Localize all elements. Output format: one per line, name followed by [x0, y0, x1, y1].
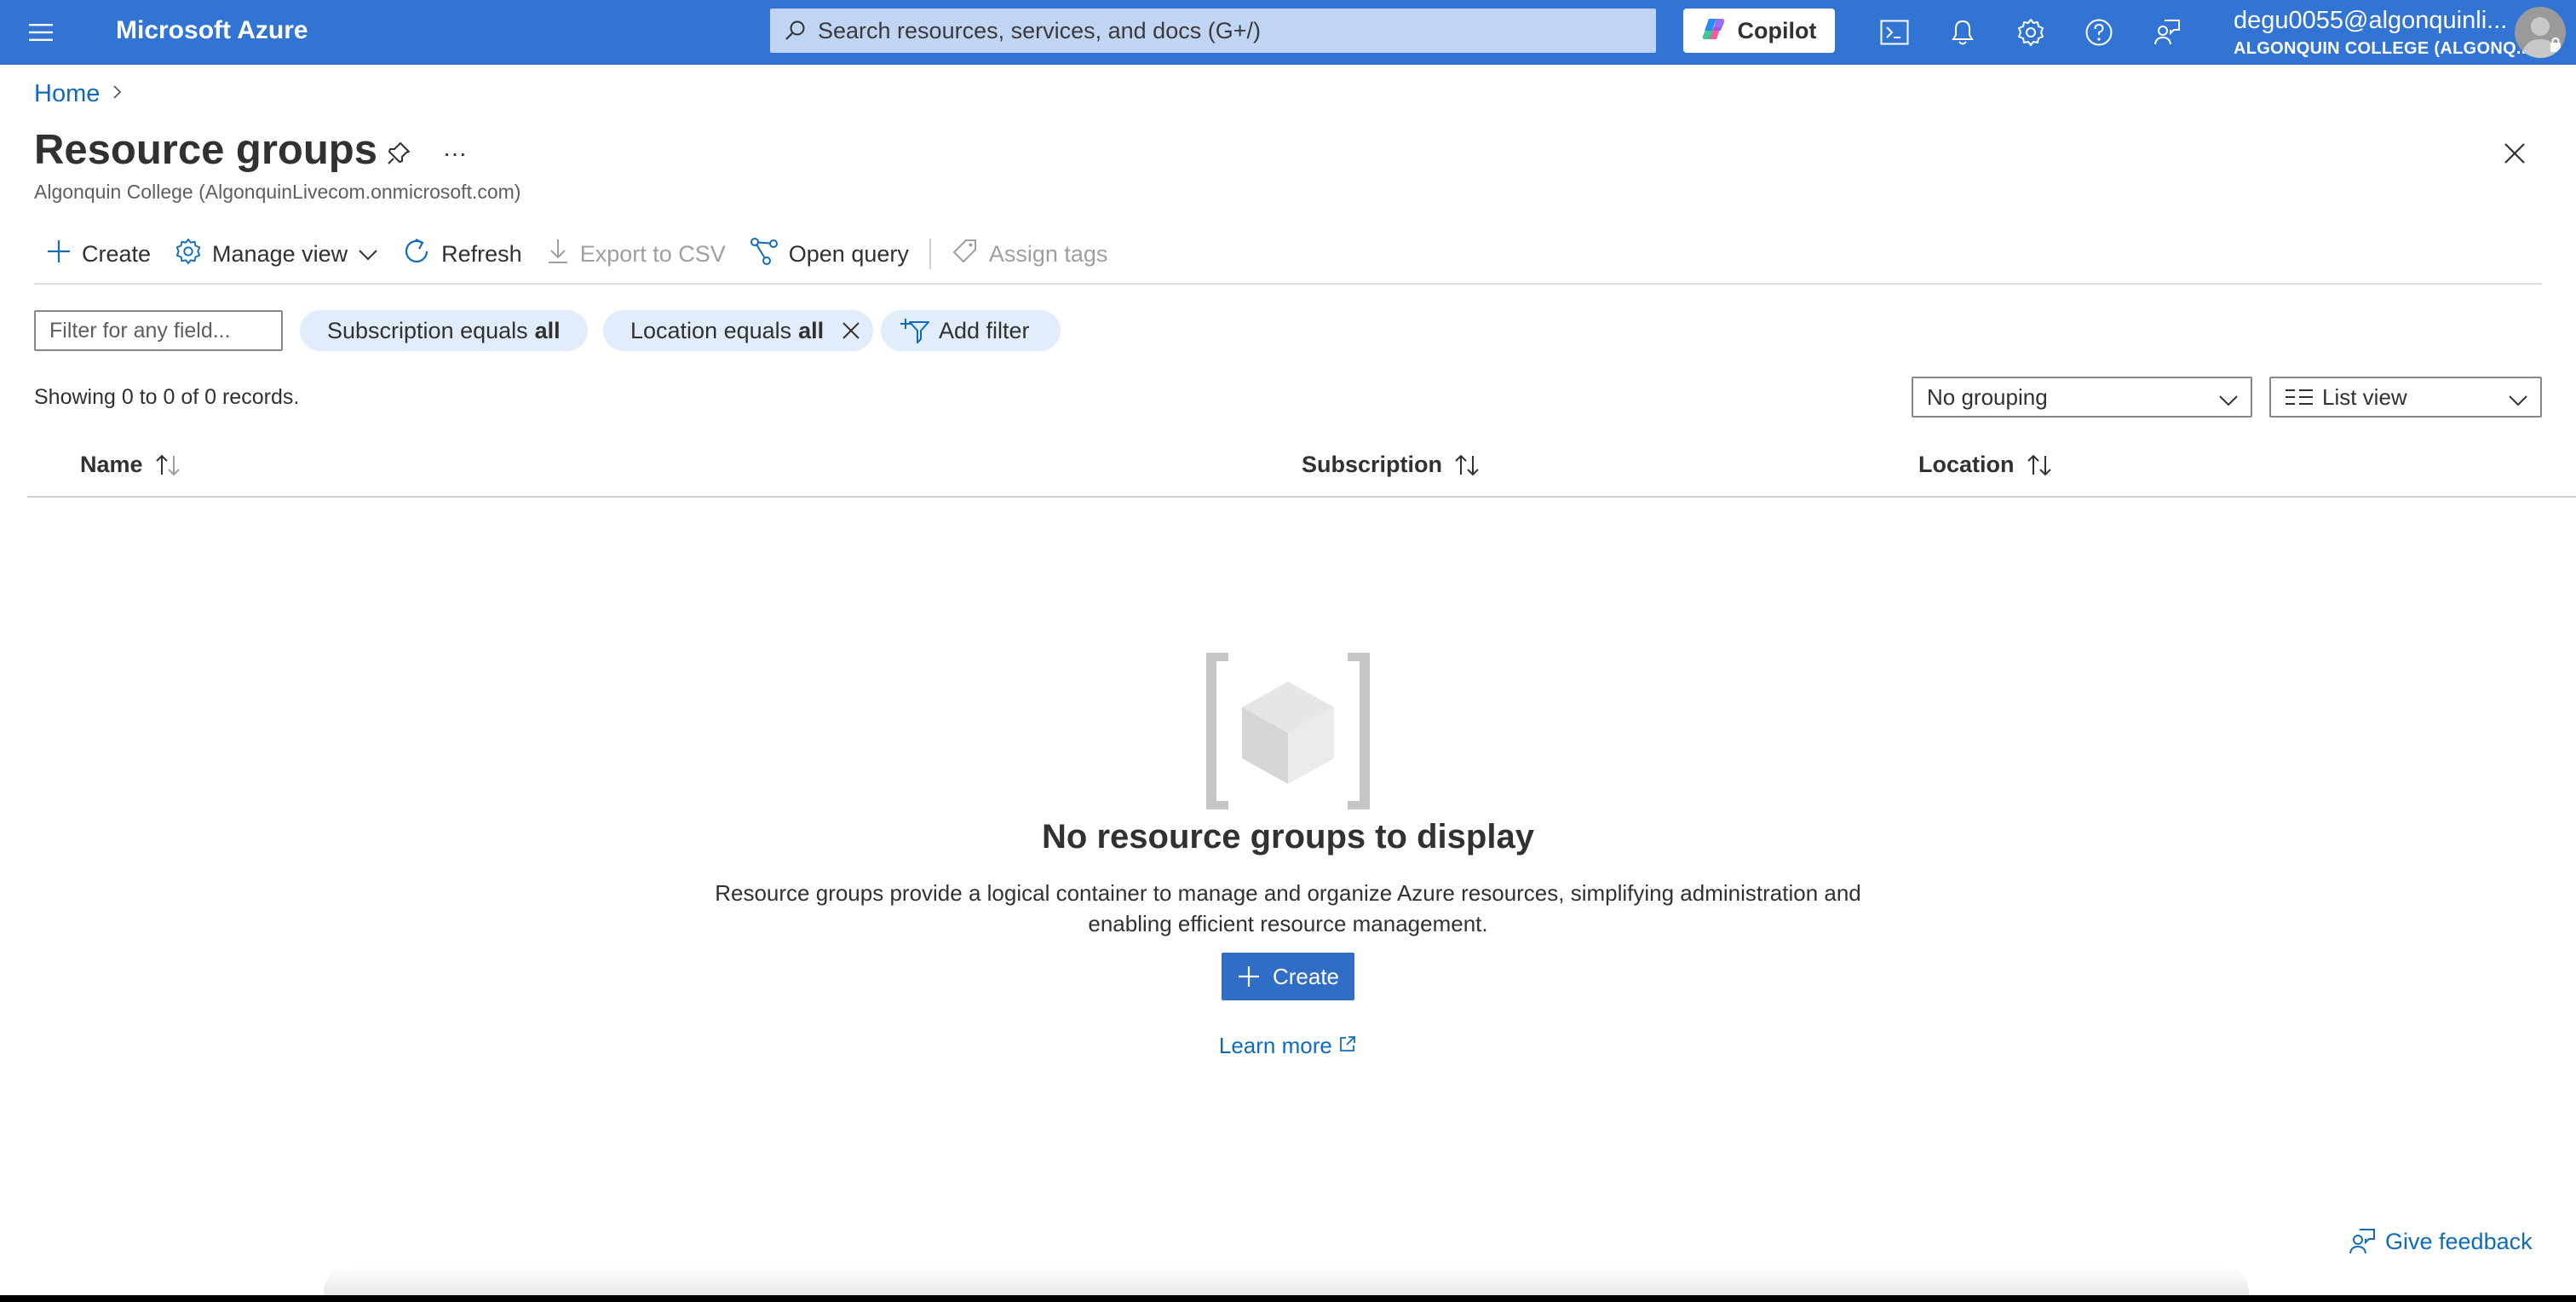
- view-dropdown[interactable]: List view: [2269, 377, 2542, 418]
- column-header-label: Name: [80, 452, 143, 477]
- sort-ascending-icon: [153, 452, 182, 478]
- learn-more-link[interactable]: Learn more: [0, 1033, 2576, 1059]
- add-filter-label: Add filter: [939, 317, 1030, 343]
- location-filter-pill[interactable]: Location equals all: [603, 310, 874, 351]
- location-filter-label: Location equals: [630, 317, 792, 343]
- records-count: Showing 0 to 0 of 0 records.: [34, 385, 300, 409]
- filter-input[interactable]: [34, 310, 283, 351]
- account-organization: ALGONQUIN COLLEGE (ALGONQ...: [2234, 39, 2532, 58]
- refresh-icon: [402, 237, 431, 272]
- empty-state-create-label: Create: [1272, 963, 1340, 989]
- learn-more-label: Learn more: [1218, 1033, 1332, 1058]
- subscription-filter-pill[interactable]: Subscription equals all: [300, 310, 588, 351]
- refresh-button[interactable]: Refresh: [390, 232, 534, 276]
- toolbar-divider-line: [34, 283, 2542, 285]
- avatar[interactable]: [2515, 7, 2566, 58]
- column-header-label: Subscription: [1302, 452, 1443, 477]
- gear-icon: [175, 238, 202, 271]
- cloud-shell-icon[interactable]: [1874, 12, 1915, 53]
- refresh-label: Refresh: [441, 240, 522, 267]
- grouping-dropdown[interactable]: No grouping: [1912, 377, 2252, 418]
- plus-icon: [46, 239, 72, 270]
- export-csv-button[interactable]: Export to CSV: [534, 232, 738, 276]
- feedback-person-icon: [2348, 1227, 2377, 1256]
- chevron-down-icon: [358, 241, 378, 268]
- open-query-button[interactable]: Open query: [738, 232, 921, 276]
- give-feedback-label: Give feedback: [2385, 1228, 2533, 1254]
- subscription-filter-value: all: [534, 317, 561, 343]
- open-query-label: Open query: [788, 240, 909, 267]
- table-header: Name Subscription Location: [27, 440, 2576, 498]
- column-header-label: Location: [1918, 452, 2015, 477]
- search-icon: [780, 15, 811, 46]
- page-subtitle: Algonquin College (AlgonquinLivecom.onmi…: [34, 181, 521, 203]
- remove-filter-close-icon[interactable]: [841, 320, 861, 341]
- toolbar-divider: [929, 239, 931, 269]
- assign-tags-label: Assign tags: [988, 240, 1108, 267]
- add-filter-button[interactable]: Add filter: [881, 310, 1061, 351]
- grouping-selected: No grouping: [1927, 383, 2048, 410]
- create-button[interactable]: Create: [34, 232, 163, 276]
- copilot-button[interactable]: Copilot: [1683, 9, 1835, 53]
- sort-icon: [2025, 452, 2054, 478]
- empty-state-create-button[interactable]: Create: [1222, 953, 1354, 1000]
- account-menu[interactable]: degu0055@algonquinli... ALGONQUIN COLLEG…: [2234, 5, 2531, 60]
- download-icon: [546, 238, 570, 271]
- copilot-icon: [1702, 16, 1728, 46]
- assign-tags-button[interactable]: Assign tags: [940, 232, 1120, 276]
- chevron-down-icon: [2218, 389, 2239, 415]
- copilot-label: Copilot: [1737, 17, 1817, 43]
- feedback-person-icon[interactable]: [2147, 12, 2188, 53]
- external-link-icon: [1338, 1033, 1357, 1058]
- plus-icon: [1237, 965, 1261, 988]
- chevron-right-icon: [112, 84, 124, 105]
- account-email: degu0055@algonquinli...: [2234, 7, 2508, 34]
- subscription-filter-label: Subscription equals: [327, 317, 528, 343]
- location-filter-value: all: [798, 317, 825, 343]
- global-search[interactable]: [770, 9, 1656, 53]
- give-feedback-link[interactable]: Give feedback: [2348, 1227, 2533, 1256]
- notifications-bell-icon[interactable]: [1942, 12, 1983, 53]
- top-bar: Microsoft Azure Copilot: [0, 0, 2576, 65]
- azure-portal-page: Microsoft Azure Copilot: [0, 0, 2576, 1295]
- page-title: Resource groups: [34, 127, 377, 173]
- more-options-button[interactable]: ···: [438, 136, 472, 170]
- view-selected: List view: [2322, 383, 2407, 410]
- hamburger-menu-icon[interactable]: [24, 17, 58, 48]
- export-csv-label: Export to CSV: [579, 240, 726, 267]
- manage-view-button[interactable]: Manage view: [163, 232, 390, 276]
- manage-view-label: Manage view: [212, 240, 348, 267]
- empty-resource-group-illustration: [1205, 651, 1371, 811]
- pin-icon[interactable]: [382, 136, 416, 170]
- column-header-name[interactable]: Name: [80, 452, 182, 478]
- empty-state-description-line: enabling efficient resource management.: [1088, 911, 1488, 936]
- brand-title[interactable]: Microsoft Azure: [116, 14, 308, 48]
- column-header-subscription[interactable]: Subscription: [1302, 452, 1481, 478]
- empty-state-description-line: Resource groups provide a logical contai…: [715, 880, 1861, 906]
- tag-icon: [952, 238, 979, 271]
- help-question-icon[interactable]: [2079, 12, 2119, 53]
- add-filter-icon: [900, 317, 930, 344]
- sort-icon: [1452, 452, 1481, 478]
- breadcrumb-home-link[interactable]: Home: [34, 80, 100, 108]
- create-label: Create: [82, 240, 152, 267]
- settings-gear-icon[interactable]: [2010, 12, 2051, 53]
- empty-state-description: Resource groups provide a logical contai…: [692, 878, 1884, 939]
- column-header-location[interactable]: Location: [1918, 452, 2054, 478]
- command-bar: Create Manage view Refresh Export to CSV…: [34, 232, 1119, 276]
- empty-state-title: No resource groups to display: [1042, 818, 1534, 856]
- chevron-down-icon: [2508, 389, 2528, 415]
- close-icon[interactable]: [2496, 135, 2533, 172]
- search-input[interactable]: [818, 17, 1636, 44]
- breadcrumb: Home: [34, 80, 124, 108]
- list-view-icon: [2285, 388, 2314, 406]
- query-graph-icon: [750, 237, 779, 272]
- bottom-shadow-bar: [324, 1266, 2249, 1295]
